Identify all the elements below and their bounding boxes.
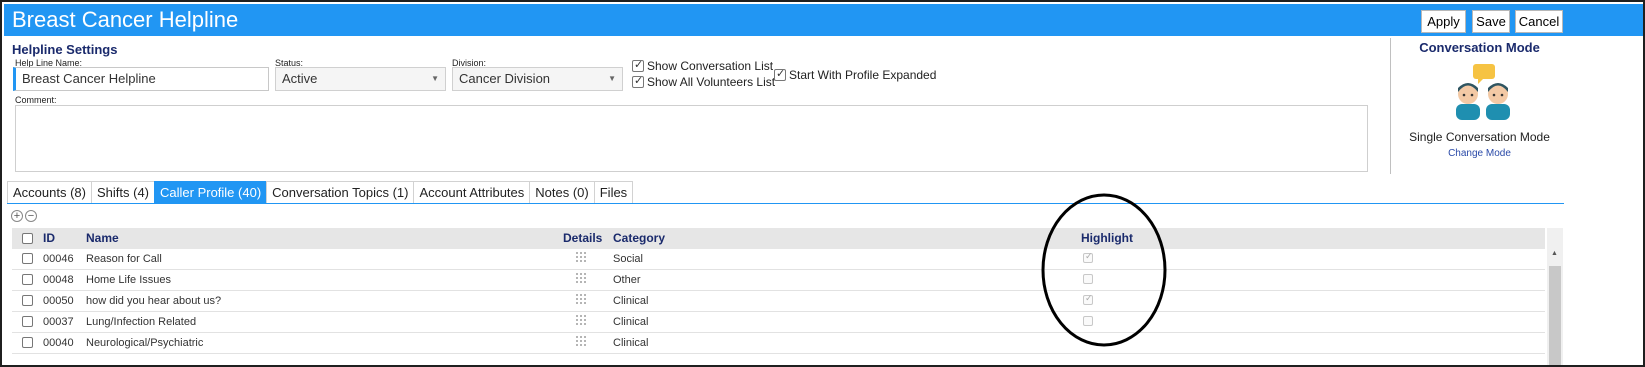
column-header-highlight[interactable]: Highlight bbox=[1081, 231, 1133, 245]
conversation-mode-title: Conversation Mode bbox=[1419, 40, 1540, 55]
row-category: Other bbox=[613, 274, 641, 286]
start-with-profile-expanded-checkbox[interactable] bbox=[774, 67, 786, 81]
row-id: 00048 bbox=[43, 274, 74, 286]
app-frame: Breast Cancer Helpline Apply Save Cancel… bbox=[0, 0, 1645, 367]
settings-title: Helpline Settings bbox=[12, 42, 118, 57]
tab-files[interactable]: Files bbox=[593, 181, 634, 203]
tab-conversation-topics[interactable]: Conversation Topics (1) bbox=[266, 181, 415, 203]
row-id: 00050 bbox=[43, 295, 74, 307]
expand-all-icon[interactable]: + bbox=[11, 210, 23, 222]
tab-shifts[interactable]: Shifts (4) bbox=[90, 181, 155, 203]
tab-bar: Accounts (8) Shifts (4) Caller Profile (… bbox=[7, 181, 634, 203]
show-conversation-list-option[interactable]: Show Conversation List bbox=[632, 58, 774, 73]
division-select[interactable]: Cancer Division ▼ bbox=[452, 67, 623, 91]
row-category: Clinical bbox=[613, 316, 649, 328]
row-id: 00040 bbox=[43, 337, 74, 349]
tab-accounts[interactable]: Accounts (8) bbox=[7, 181, 92, 203]
highlight-checkbox bbox=[1083, 293, 1093, 305]
table-row[interactable]: 00037 Lung/Infection Related Clinical bbox=[12, 312, 1545, 333]
row-name: Neurological/Psychiatric bbox=[86, 337, 204, 349]
column-header-category[interactable]: Category bbox=[613, 231, 665, 245]
row-select-checkbox[interactable] bbox=[22, 337, 33, 348]
row-id: 00037 bbox=[43, 316, 74, 328]
row-name: Lung/Infection Related bbox=[86, 316, 197, 328]
tab-underline bbox=[7, 203, 1564, 204]
table-header: ID Name Details Category Highlight bbox=[12, 228, 1545, 249]
details-grid-icon[interactable] bbox=[575, 251, 587, 263]
vertical-scrollbar[interactable]: ▲ bbox=[1547, 228, 1563, 365]
details-grid-icon[interactable] bbox=[575, 272, 587, 284]
show-all-volunteers-list-checkbox[interactable] bbox=[632, 74, 644, 88]
row-category: Social bbox=[613, 253, 643, 265]
row-select-checkbox[interactable] bbox=[22, 295, 33, 306]
tab-caller-profile[interactable]: Caller Profile (40) bbox=[154, 181, 268, 203]
conversation-mode-label: Single Conversation Mode bbox=[1409, 130, 1550, 144]
show-conversation-list-label: Show Conversation List bbox=[647, 59, 774, 73]
row-select-checkbox[interactable] bbox=[22, 253, 33, 264]
tab-notes[interactable]: Notes (0) bbox=[529, 181, 595, 203]
column-header-details[interactable]: Details bbox=[563, 231, 602, 245]
comment-textarea[interactable] bbox=[15, 105, 1368, 172]
row-name: Home Life Issues bbox=[86, 274, 171, 286]
highlight-checkbox bbox=[1083, 251, 1093, 263]
row-select-checkbox[interactable] bbox=[22, 274, 33, 285]
highlight-checkbox bbox=[1083, 316, 1093, 326]
row-category: Clinical bbox=[613, 337, 649, 349]
app-title: Breast Cancer Helpline bbox=[12, 7, 239, 32]
tab-account-attributes[interactable]: Account Attributes bbox=[413, 181, 531, 203]
status-value: Active bbox=[282, 71, 318, 86]
show-all-volunteers-list-label: Show All Volunteers List bbox=[647, 75, 776, 89]
save-button[interactable]: Save bbox=[1472, 10, 1510, 33]
scrollbar-thumb[interactable] bbox=[1549, 266, 1561, 365]
details-grid-icon[interactable] bbox=[575, 314, 587, 326]
collapse-all-icon[interactable]: − bbox=[25, 210, 37, 222]
chevron-down-icon: ▼ bbox=[431, 74, 439, 83]
show-conversation-list-checkbox[interactable] bbox=[632, 58, 644, 72]
title-bar: Breast Cancer Helpline Apply Save Cancel bbox=[4, 4, 1643, 36]
row-select-checkbox[interactable] bbox=[22, 316, 33, 327]
row-name: how did you hear about us? bbox=[86, 295, 222, 307]
table-row[interactable]: 00048 Home Life Issues Other bbox=[12, 270, 1545, 291]
cancel-button[interactable]: Cancel bbox=[1515, 10, 1563, 33]
two-people-chat-icon bbox=[1456, 64, 1510, 120]
row-name: Reason for Call bbox=[86, 253, 162, 265]
apply-button[interactable]: Apply bbox=[1421, 10, 1466, 33]
comment-label: Comment: bbox=[15, 95, 57, 105]
row-category: Clinical bbox=[613, 295, 649, 307]
scroll-up-arrow-icon[interactable]: ▲ bbox=[1551, 250, 1558, 257]
details-grid-icon[interactable] bbox=[575, 335, 587, 347]
change-mode-link[interactable]: Change Mode bbox=[1392, 148, 1567, 159]
table-row[interactable]: 00040 Neurological/Psychiatric Clinical bbox=[12, 333, 1545, 354]
status-select[interactable]: Active ▼ bbox=[275, 67, 446, 91]
chevron-down-icon: ▼ bbox=[608, 74, 616, 83]
start-with-profile-expanded-label: Start With Profile Expanded bbox=[789, 68, 937, 82]
start-with-profile-expanded-option[interactable]: Start With Profile Expanded bbox=[774, 67, 937, 82]
table-row[interactable]: 00046 Reason for Call Social bbox=[12, 249, 1545, 270]
details-grid-icon[interactable] bbox=[575, 293, 587, 305]
show-all-volunteers-list-option[interactable]: Show All Volunteers List bbox=[632, 74, 776, 89]
division-value: Cancer Division bbox=[459, 71, 551, 86]
table-row[interactable]: 00050 how did you hear about us? Clinica… bbox=[12, 291, 1545, 312]
column-header-name[interactable]: Name bbox=[86, 231, 119, 245]
row-id: 00046 bbox=[43, 253, 74, 265]
highlight-checkbox bbox=[1083, 274, 1093, 284]
select-all-checkbox[interactable] bbox=[22, 233, 33, 244]
column-header-id[interactable]: ID bbox=[43, 231, 55, 245]
panel-divider bbox=[1390, 38, 1391, 174]
helpline-name-input[interactable]: Breast Cancer Helpline bbox=[13, 67, 269, 91]
grid-controls: + − bbox=[11, 210, 37, 222]
